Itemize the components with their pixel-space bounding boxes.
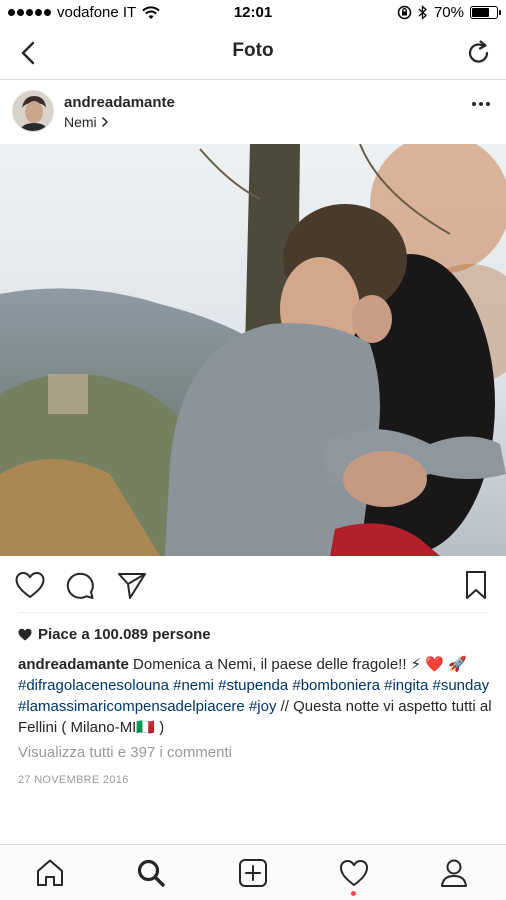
add-icon[interactable] — [237, 857, 269, 889]
post-location[interactable]: Nemi — [64, 114, 109, 130]
post-header: andreadamante Nemi — [0, 80, 506, 144]
navigation-bar: Foto — [0, 26, 506, 80]
status-bar: vodafone IT 12:01 70% — [0, 0, 506, 26]
bluetooth-icon — [418, 5, 427, 20]
chevron-right-icon — [101, 116, 108, 128]
divider — [18, 612, 488, 613]
status-right: 70% — [397, 4, 501, 21]
post-username[interactable]: andreadamante — [64, 94, 175, 111]
avatar[interactable] — [12, 90, 54, 132]
heart-icon[interactable] — [14, 570, 46, 600]
likes-count[interactable]: Piace a 100.089 persone — [18, 626, 211, 643]
likes-label: Piace a 100.089 persone — [38, 626, 211, 643]
home-icon[interactable] — [34, 857, 66, 889]
search-icon[interactable] — [135, 857, 167, 889]
location-label: Nemi — [64, 114, 97, 130]
share-icon[interactable] — [116, 570, 148, 600]
heart-icon — [18, 628, 32, 641]
post-caption: andreadamante Domenica a Nemi, il paese … — [18, 654, 492, 738]
caption-text: Domenica a Nemi, il paese delle fragole!… — [128, 656, 422, 673]
battery-icon — [470, 6, 501, 19]
profile-icon[interactable] — [438, 857, 470, 889]
view-comments-link[interactable]: Visualizza tutti e 397 i commenti — [18, 744, 232, 761]
bookmark-icon[interactable] — [460, 570, 492, 600]
caption-emojis: ❤️ 🚀 — [425, 656, 467, 673]
page-title: Foto — [232, 40, 274, 61]
battery-label: 70% — [433, 4, 464, 21]
refresh-icon[interactable] — [464, 38, 494, 68]
notification-dot — [351, 891, 356, 896]
post-actions — [0, 556, 506, 612]
activity-icon[interactable] — [338, 857, 370, 889]
caption-username[interactable]: andreadamante — [18, 656, 129, 673]
orientation-lock-icon — [397, 5, 412, 20]
post-photo[interactable] — [0, 144, 506, 556]
tab-bar — [0, 844, 506, 900]
post-date: 27 NOVEMBRE 2016 — [18, 774, 129, 786]
comment-icon[interactable] — [64, 570, 96, 600]
more-options-icon[interactable] — [472, 102, 490, 106]
